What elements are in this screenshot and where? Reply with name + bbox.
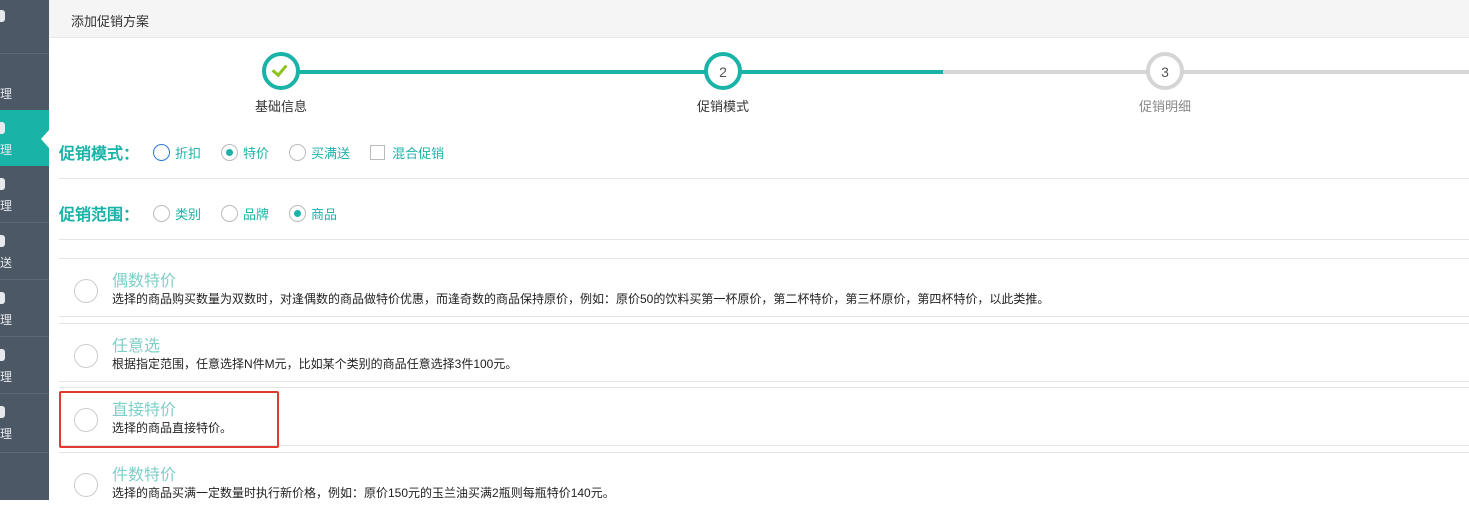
radio-label: 商品 xyxy=(311,206,338,222)
radio-buy-full-gift[interactable]: 买满送 xyxy=(289,143,350,162)
mode-title: 件数特价 xyxy=(112,467,177,484)
mode-title: 任意选 xyxy=(112,338,161,355)
step-1-label: 基础信息 xyxy=(254,99,307,114)
radio-special-price[interactable]: 特价 xyxy=(221,143,269,162)
sidebar-item-5[interactable]: 送 xyxy=(0,223,49,279)
promo-scope-row: 促销范围： 类别 品牌 商品 xyxy=(59,198,357,228)
mode-title: 偶数特价 xyxy=(112,273,177,290)
sidebar-item-2[interactable]: 理 xyxy=(0,54,49,110)
radio-circle[interactable] xyxy=(289,143,307,161)
mode-radio[interactable] xyxy=(74,279,98,303)
mode-radio[interactable] xyxy=(74,344,98,368)
radio-circle[interactable] xyxy=(289,204,307,222)
highlight-box xyxy=(59,391,279,448)
progress-line-done xyxy=(281,70,943,74)
checkbox-mixed-promo[interactable]: 混合促销 xyxy=(370,143,444,162)
promo-mode-title: 促销模式： xyxy=(59,146,140,163)
sidebar: 理 理 理 送 理 理 理 xyxy=(0,0,49,500)
step-3-label: 促销明细 xyxy=(1138,99,1191,114)
mode-radio[interactable] xyxy=(74,473,98,497)
sidebar-item-4[interactable]: 理 xyxy=(0,166,49,222)
sidebar-item-1[interactable] xyxy=(0,0,49,53)
sidebar-item-8[interactable]: 理 xyxy=(0,394,49,450)
menu-icon xyxy=(0,406,5,418)
step-1-circle xyxy=(262,52,300,90)
promo-mode-row: 促销模式： 折扣 特价 买满送 混合促销 xyxy=(59,137,464,167)
mode-desc: 选择的商品购买数量为双数时，对逢偶数的商品做特价优惠，而逢奇数的商品保持原价，例… xyxy=(112,292,1050,306)
mode-card-any-choice[interactable]: 任意选 根据指定范围，任意选择N件M元，比如某个类别的商品任意选择3件100元。 xyxy=(59,323,1469,382)
checkbox-box[interactable] xyxy=(370,144,386,160)
mode-card-even-price[interactable]: 偶数特价 选择的商品购买数量为双数时，对逢偶数的商品做特价优惠，而逢奇数的商品保… xyxy=(59,258,1469,317)
divider xyxy=(59,178,1469,179)
step-2-circle: 2 xyxy=(704,52,742,90)
radio-brand[interactable]: 品牌 xyxy=(221,204,269,223)
mode-desc: 根据指定范围，任意选择N件M元，比如某个类别的商品任意选择3件100元。 xyxy=(112,357,518,371)
radio-circle[interactable] xyxy=(153,143,171,161)
radio-label: 特价 xyxy=(243,145,270,161)
menu-icon xyxy=(0,178,5,190)
menu-icon xyxy=(0,122,5,134)
step-3-circle: 3 xyxy=(1146,52,1184,90)
radio-label: 折扣 xyxy=(175,145,202,161)
sidebar-item-label: 理 xyxy=(0,370,13,384)
sidebar-item-label: 理 xyxy=(0,313,13,327)
radio-discount[interactable]: 折扣 xyxy=(153,143,201,162)
mode-desc: 选择的商品买满一定数量时执行新价格，例如：原价150元的玉兰油买满2瓶则每瓶特价… xyxy=(112,486,615,500)
menu-icon xyxy=(0,10,5,22)
menu-icon xyxy=(0,235,5,247)
divider xyxy=(59,239,1469,240)
step-2-label: 促销模式 xyxy=(696,99,749,114)
sidebar-item-label: 送 xyxy=(0,256,13,270)
radio-circle[interactable] xyxy=(221,143,239,161)
sidebar-item-label: 理 xyxy=(0,143,13,157)
mode-card-quantity-price[interactable]: 件数特价 选择的商品买满一定数量时执行新价格，例如：原价150元的玉兰油买满2瓶… xyxy=(59,452,1469,510)
sidebar-item-3[interactable]: 理 xyxy=(0,110,49,166)
radio-label: 买满送 xyxy=(311,145,351,161)
progress-line-todo xyxy=(943,70,1469,74)
sidebar-item-label: 理 xyxy=(0,427,13,441)
sidebar-item-7[interactable]: 理 xyxy=(0,337,49,393)
radio-circle[interactable] xyxy=(221,204,239,222)
page-header: 添加促销方案 xyxy=(49,0,1469,38)
radio-label: 品牌 xyxy=(243,206,270,222)
radio-label: 类别 xyxy=(175,206,202,222)
radio-product[interactable]: 商品 xyxy=(289,204,337,223)
sidebar-item-6[interactable]: 理 xyxy=(0,280,49,336)
sidebar-item-label: 理 xyxy=(0,199,13,213)
sidebar-item-label: 理 xyxy=(0,87,13,101)
check-icon xyxy=(271,60,288,78)
checkbox-label: 混合促销 xyxy=(392,145,445,161)
menu-icon xyxy=(0,292,5,304)
radio-category[interactable]: 类别 xyxy=(153,204,201,223)
step-progress: 2 3 基础信息 促销模式 促销明细 xyxy=(49,38,1469,128)
page-title: 添加促销方案 xyxy=(71,14,150,29)
menu-icon xyxy=(0,349,5,361)
promo-scope-title: 促销范围： xyxy=(59,207,140,224)
radio-circle[interactable] xyxy=(153,204,171,222)
